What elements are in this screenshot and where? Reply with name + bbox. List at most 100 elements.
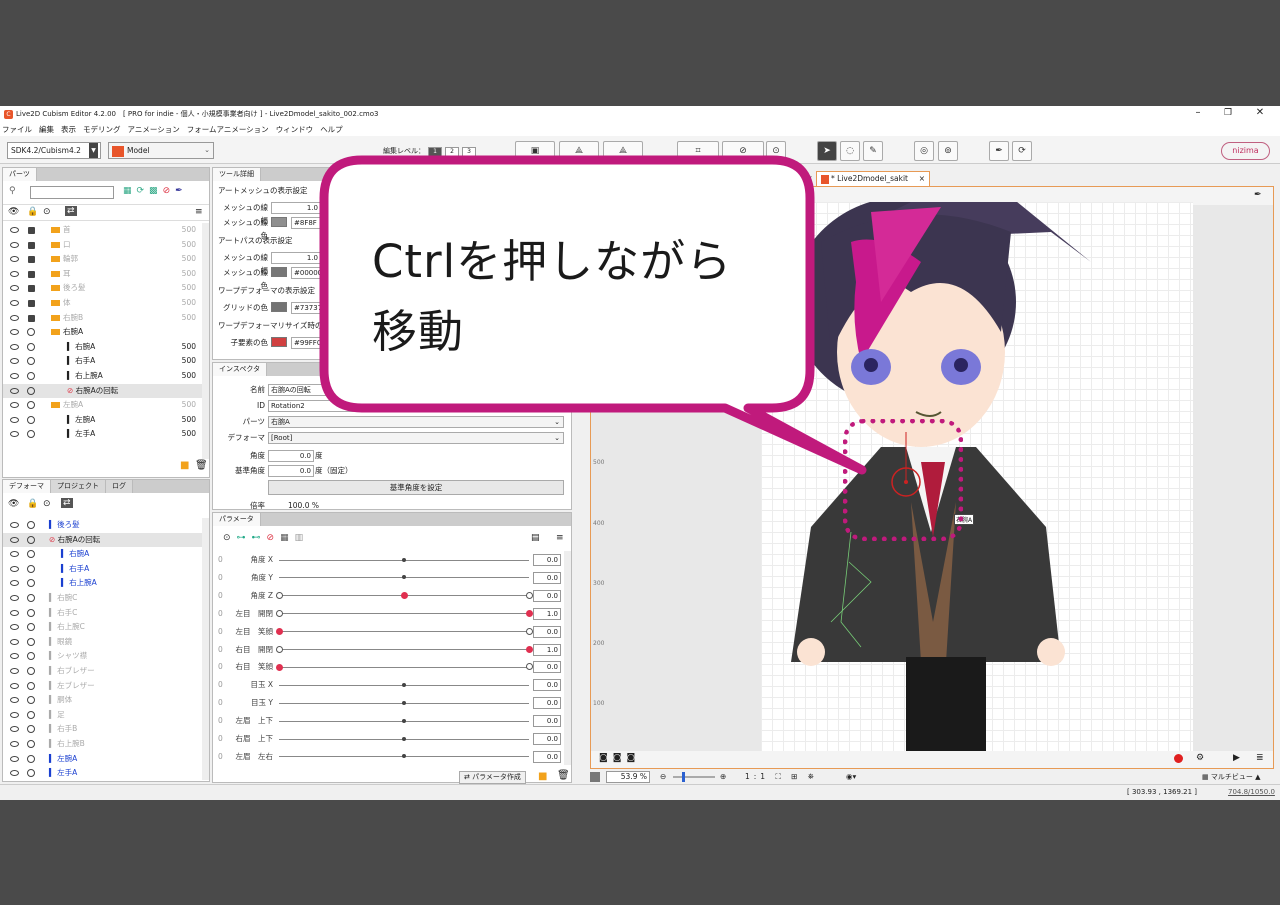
mode-select[interactable]: Model ⌄ [108,142,214,159]
name-field[interactable]: 右腕Aの回転 [268,384,558,396]
deformer-row[interactable]: ▍ 右腕C [3,591,202,606]
gear-icon[interactable]: ⚙ [1196,753,1204,763]
eye-icon[interactable] [10,682,19,689]
circle-icon[interactable] [27,769,35,778]
menu-icon[interactable]: ≡ [195,207,203,217]
keyform-marker[interactable] [525,627,533,635]
new-folder-icon[interactable]: ■ [180,460,189,471]
eye-icon[interactable] [10,227,19,233]
circle-icon[interactable] [27,521,35,529]
lock-icon[interactable] [28,314,35,322]
menu-modeling[interactable]: モデリング [83,124,121,135]
eye-icon[interactable] [10,343,19,350]
color-field[interactable]: #99FF0 [291,337,331,349]
circle-icon[interactable] [27,386,35,395]
parameter-knob[interactable] [402,557,406,562]
eye-icon[interactable] [10,595,19,601]
minimize-button[interactable]: – [1183,106,1213,122]
trash-icon[interactable]: 🗑 [195,460,208,471]
eye-icon[interactable] [10,256,19,263]
tab-deformer[interactable]: デフォーマ [3,480,51,493]
color-swatch[interactable] [271,217,287,227]
circle-icon[interactable] [27,710,35,719]
id-field[interactable]: Rotation2 [268,400,558,412]
multi-view-select[interactable]: ▦ マルチビュー ▲ [1202,770,1260,784]
eye-icon[interactable] [10,726,19,733]
zoom-slider-thumb[interactable] [682,772,685,782]
circle-icon[interactable] [27,535,35,544]
parameter-knob[interactable] [402,718,406,723]
parts-row[interactable]: 耳 500 [3,267,202,282]
auto-mesh-button[interactable]: ⟁ [603,141,643,161]
parameter-scrollbar[interactable] [564,551,571,765]
parameter-knob[interactable] [525,610,533,618]
pin-tool-icon[interactable]: ⊚ [938,141,958,161]
zoom-in-icon[interactable]: ⊕ [720,770,726,784]
parts-scrollbar[interactable] [202,223,209,459]
parameter-row[interactable]: 0 左眉 左右 0.0 [213,748,563,766]
brush-select-icon[interactable]: ✎ [863,141,883,161]
lock-icon[interactable] [28,270,35,278]
eye-icon[interactable] [10,580,19,587]
warp-deformer-button[interactable]: ⌗ [677,141,719,161]
parts-row[interactable]: 右腕B 500 [3,311,202,326]
lock-icon[interactable] [28,300,35,307]
eye-icon[interactable] [10,551,19,558]
deformer-row[interactable]: ▍ 右ブレザー [3,664,202,679]
parameter-slider-track[interactable] [279,631,529,633]
create-parameter-button[interactable]: ⇄ パラメータ作成 [459,771,526,784]
parameter-knob[interactable] [525,646,533,653]
parts-search-input[interactable] [30,186,114,199]
eye-icon[interactable] [10,431,19,438]
parameter-row[interactable]: 0 角度 X 0.0 [213,551,563,569]
circle-icon[interactable] [27,328,35,337]
eye-icon[interactable] [10,741,19,747]
parts-select[interactable]: 右腕A ⌄ [268,416,564,428]
eye-icon[interactable] [10,416,19,423]
eye-icon[interactable] [10,300,19,306]
lock-icon[interactable] [28,241,35,249]
parameter-row[interactable]: 0 目玉 X 0.0 [213,676,563,694]
edit-level-3-button[interactable]: 3 [462,147,476,157]
deformer-row[interactable]: ▍ 胴体 [3,693,202,708]
checker-icon[interactable] [590,772,600,782]
menu-form-animation[interactable]: フォームアニメーション [187,124,269,135]
number-field[interactable]: 1.0 [271,202,321,214]
parameter-knob[interactable] [402,682,406,687]
tab-parameters[interactable]: パラメータ [213,513,261,526]
parameter-row[interactable]: 0 角度 Z 0.0 [213,587,563,605]
arrow-tool-icon[interactable]: ➤ [817,141,837,161]
eye-icon[interactable] [10,314,19,321]
edit-level-2-button[interactable]: 2 [445,147,459,157]
parameter-value-field[interactable]: 0.0 [533,697,561,710]
deformer-row[interactable]: ▍ 右手B [3,722,202,737]
close-icon[interactable]: × [919,172,925,186]
parts-row[interactable]: 左腕A 500 [3,398,202,413]
lock-icon[interactable] [28,285,35,293]
parameter-value-field[interactable]: 1.0 [533,607,561,620]
visibility-toggle-icon[interactable]: 👁 [8,207,19,217]
menu-help[interactable]: ヘルプ [320,124,343,135]
play-icon[interactable]: ▶ [1233,753,1240,763]
parameter-knob[interactable] [275,628,283,636]
keyform-marker[interactable] [275,645,283,653]
scale-field[interactable]: 100.0 % [288,499,319,509]
mesh-edit-button[interactable]: ⟁ [559,141,599,161]
eye-icon[interactable] [10,711,19,718]
lock-icon[interactable] [28,256,35,264]
parameter-knob[interactable] [402,700,406,705]
parameter-row[interactable]: 0 右目 笑顔 0.0 [213,658,563,676]
eye-icon[interactable] [10,770,19,777]
zoom-field[interactable]: 53.9 % [606,771,650,783]
circle-icon[interactable] [27,564,35,573]
deformer-row[interactable]: ▍ 足 [3,708,202,723]
swap-icon[interactable]: ⇄ [61,498,73,508]
tab-tool-detail[interactable]: ツール詳細 [213,168,261,181]
circle-icon[interactable] [27,725,35,734]
parameter-row[interactable]: 0 左目 笑顔 0.0 [213,623,563,641]
eye-icon[interactable] [10,402,19,409]
eye-icon[interactable] [10,638,19,645]
nizima-button[interactable]: nizima [1221,142,1270,160]
lock-icon[interactable] [28,227,35,234]
eye-icon[interactable] [10,373,19,379]
